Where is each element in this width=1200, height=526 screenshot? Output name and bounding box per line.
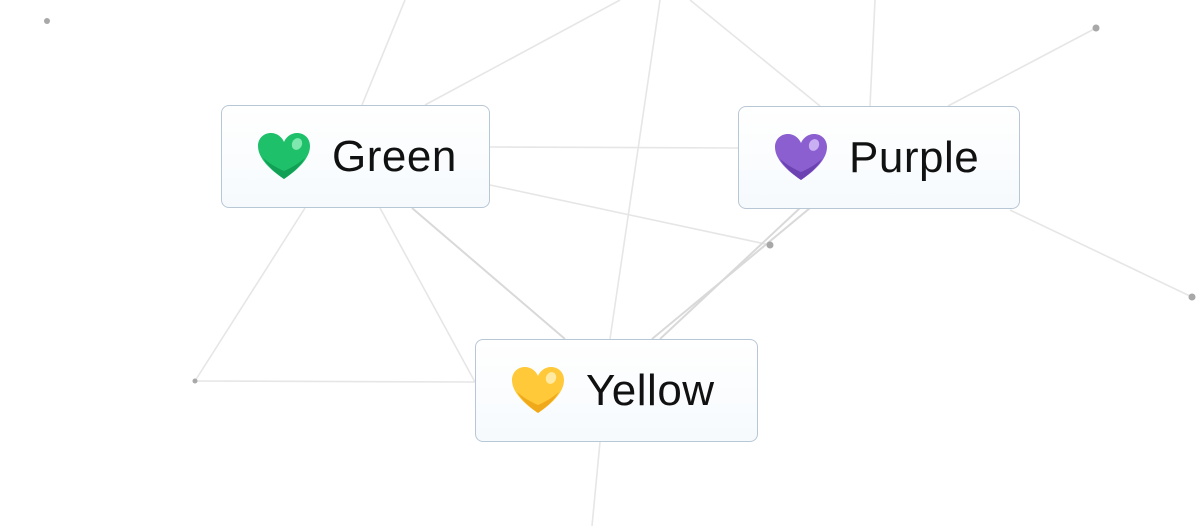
purple-heart-icon [775, 133, 827, 180]
canvas-dot [192, 378, 198, 384]
connection-line [194, 380, 476, 383]
element-tile-purple[interactable]: Purple [738, 106, 1020, 209]
canvas-dot [1188, 293, 1196, 301]
canvas-dot [44, 18, 50, 24]
connection-line [424, 0, 621, 106]
connection-line [609, 0, 661, 340]
canvas-dot [766, 241, 774, 249]
connection-line [591, 441, 601, 526]
connection-line [194, 207, 306, 382]
connection-line [411, 207, 566, 340]
connection-line [659, 207, 801, 340]
yellow-heart-icon [512, 366, 564, 413]
connection-line [379, 207, 476, 383]
canvas-dot [1092, 24, 1100, 32]
connection-line [361, 0, 406, 106]
element-label: Yellow [586, 365, 715, 415]
green-heart-icon [258, 132, 310, 179]
connection-line [869, 0, 876, 107]
connection-line [689, 0, 821, 107]
element-label: Green [332, 131, 457, 181]
element-tile-green[interactable]: Green [221, 105, 490, 208]
connection-lines [44, 0, 1196, 526]
element-tile-yellow[interactable]: Yellow [475, 339, 758, 442]
connection-line [947, 27, 1097, 107]
connection-line [489, 184, 771, 246]
element-label: Purple [849, 132, 980, 182]
connection-line [1009, 209, 1193, 298]
connection-line [489, 146, 739, 149]
crafting-canvas[interactable]: Green Purple Yellow [0, 0, 1200, 526]
